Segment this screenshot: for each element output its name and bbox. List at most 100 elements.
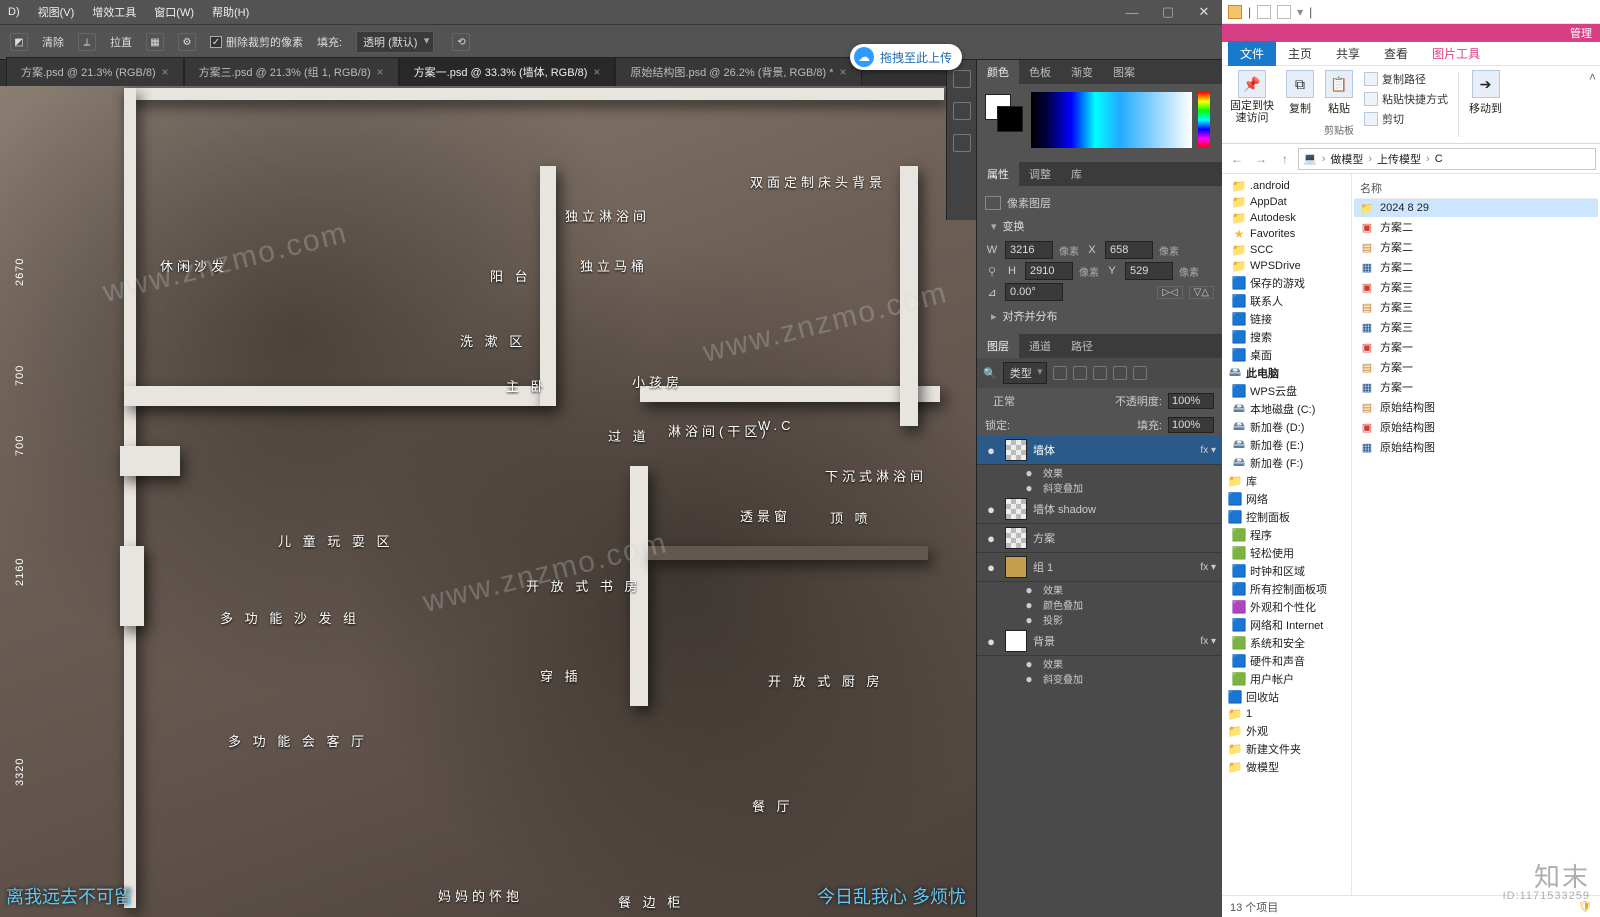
document-tab[interactable]: 方案一.psd @ 33.3% (墙体, RGB/8)× [399, 57, 616, 86]
navigation-tree[interactable]: 📁.android📁AppDat📁Autodesk★Favorites📁SCC📁… [1222, 174, 1352, 895]
layer-effect-row[interactable]: ●斜变叠加 [977, 480, 1222, 495]
nav-forward[interactable]: → [1250, 148, 1272, 170]
gear-icon[interactable]: ⚙ [178, 33, 196, 51]
visibility-toggle[interactable]: ● [983, 502, 999, 517]
tab-close-icon[interactable]: × [840, 65, 847, 79]
copy-button[interactable]: ⧉ 复制 [1286, 70, 1314, 116]
layer-effect-row[interactable]: ●投影 [977, 612, 1222, 627]
filter-smart-icon[interactable] [1133, 366, 1147, 380]
fx-badge[interactable]: fx ▾ [1200, 445, 1216, 456]
file-row[interactable]: ▣方案一 [1354, 337, 1598, 357]
tree-node[interactable]: 🟦保存的游戏 [1222, 274, 1351, 292]
layer-row[interactable]: ● 墙体 shadow [977, 495, 1222, 524]
layers-list[interactable]: ● 墙体 fx ▾ ●效果 ●斜变叠加● 墙体 shadow ● 方案 ● 组 1 … [977, 436, 1222, 917]
crumb[interactable]: 做模型 [1330, 151, 1363, 167]
tree-node[interactable]: 🟦WPS云盘 [1222, 382, 1351, 400]
tree-node[interactable]: 📁库 [1222, 472, 1351, 490]
blend-mode-select[interactable]: 正常 [985, 391, 1033, 411]
tab-library[interactable]: 库 [1061, 162, 1092, 186]
menu-help[interactable]: 帮助(H) [212, 4, 249, 20]
filter-pixel-icon[interactable] [1053, 366, 1067, 380]
close-button[interactable]: ✕ [1186, 0, 1222, 24]
flip-v-icon[interactable]: ▽△ [1189, 286, 1214, 299]
crumb[interactable]: 上传模型 [1377, 151, 1421, 167]
pin-to-quick-access[interactable]: 📌 固定到快速访问 [1228, 70, 1276, 124]
file-row[interactable]: ▤方案三 [1354, 297, 1598, 317]
layer-effect-row[interactable]: ●效果 [977, 656, 1222, 671]
paste-button[interactable]: 📋 粘贴 [1325, 70, 1353, 116]
tab-close-icon[interactable]: × [377, 65, 384, 79]
tab-adjust[interactable]: 调整 [1019, 162, 1061, 186]
ribbon-tab-share[interactable]: 共享 [1324, 41, 1372, 66]
layer-name[interactable]: 组 1 [1033, 559, 1194, 575]
file-row[interactable]: ▦方案二 [1354, 257, 1598, 277]
tab-pattern[interactable]: 图案 [1103, 60, 1145, 84]
tab-channels[interactable]: 通道 [1019, 334, 1061, 358]
layer-name[interactable]: 方案 [1033, 530, 1216, 546]
tab-close-icon[interactable]: × [593, 65, 600, 79]
file-row[interactable]: ▣方案二 [1354, 217, 1598, 237]
opt-straighten[interactable]: 拉直 [110, 34, 132, 50]
layer-row[interactable]: ● 背景 fx ▾ [977, 627, 1222, 656]
file-row[interactable]: ▤方案一 [1354, 357, 1598, 377]
y-input[interactable] [1125, 262, 1173, 280]
visibility-toggle[interactable]: ● [1021, 657, 1037, 671]
ribbon-tab-file[interactable]: 文件 [1228, 41, 1276, 66]
nav-back[interactable]: ← [1226, 148, 1248, 170]
visibility-toggle[interactable]: ● [983, 634, 999, 649]
tree-node[interactable]: 📁做模型 [1222, 758, 1351, 776]
nav-up[interactable]: ↑ [1274, 148, 1296, 170]
upload-pill[interactable]: ☁ 拖拽至此上传 [850, 44, 962, 70]
crumb[interactable]: C [1435, 153, 1443, 165]
visibility-toggle[interactable]: ● [1021, 466, 1037, 480]
background-swatch[interactable] [997, 106, 1023, 132]
tree-node[interactable]: 🟦硬件和声音 [1222, 652, 1351, 670]
visibility-toggle[interactable]: ● [1021, 672, 1037, 686]
tree-node[interactable]: 🟦回收站 [1222, 688, 1351, 706]
delete-cropped-checkbox[interactable]: ✓删除裁剪的像素 [210, 34, 303, 50]
hue-strip[interactable] [1198, 92, 1210, 148]
move-to[interactable]: ➔ 移动到 [1469, 70, 1502, 116]
ribbon-tab-view[interactable]: 查看 [1372, 41, 1420, 66]
breadcrumb[interactable]: 💻› 做模型› 上传模型› C [1298, 148, 1596, 170]
visibility-toggle[interactable]: ● [1021, 481, 1037, 495]
copy-path[interactable]: 复制路径 [1364, 70, 1426, 88]
minimize-button[interactable]: — [1114, 0, 1150, 24]
tree-node[interactable]: 🟦控制面板 [1222, 508, 1351, 526]
tree-node[interactable]: 📁WPSDrive [1222, 258, 1351, 274]
visibility-toggle[interactable]: ● [1021, 583, 1037, 597]
tree-node[interactable]: 🟦链接 [1222, 310, 1351, 328]
tree-node[interactable]: 🟦搜索 [1222, 328, 1351, 346]
tree-node[interactable]: 🖴本地磁盘 (C:) [1222, 400, 1351, 418]
qa-icon[interactable] [1277, 5, 1291, 19]
tree-node[interactable]: 🖴新加卷 (F:) [1222, 454, 1351, 472]
tree-node[interactable]: 🟩轻松使用 [1222, 544, 1351, 562]
file-row[interactable]: ▤方案二 [1354, 237, 1598, 257]
maximize-button[interactable]: ▢ [1150, 0, 1186, 24]
tree-node[interactable]: 📁AppDat [1222, 194, 1351, 210]
file-row[interactable]: ▣原始结构图 [1354, 417, 1598, 437]
x-input[interactable] [1105, 241, 1153, 259]
fill-input[interactable] [1168, 417, 1214, 433]
tree-node[interactable]: ★Favorites [1222, 226, 1351, 242]
tree-node[interactable]: 🟦网络和 Internet [1222, 616, 1351, 634]
tree-node[interactable]: 🟦所有控制面板项 [1222, 580, 1351, 598]
document-tab[interactable]: 原始结构图.psd @ 26.2% (背景, RGB/8) *× [615, 57, 861, 86]
menu-view[interactable]: 视图(V) [38, 4, 75, 20]
layer-row[interactable]: ● 组 1 fx ▾ [977, 553, 1222, 582]
paste-shortcut[interactable]: 粘贴快捷方式 [1364, 90, 1448, 108]
ribbon-collapse-icon[interactable]: ˄ [1589, 70, 1596, 84]
visibility-toggle[interactable]: ● [983, 443, 999, 458]
tree-node[interactable]: 🟦桌面 [1222, 346, 1351, 364]
tree-node[interactable]: 🖴新加卷 (D:) [1222, 418, 1351, 436]
layer-row[interactable]: ● 墙体 fx ▾ [977, 436, 1222, 465]
dock-icon[interactable] [953, 70, 971, 88]
tree-node[interactable]: 🟩用户帐户 [1222, 670, 1351, 688]
fx-badge[interactable]: fx ▾ [1200, 562, 1216, 573]
tab-layers[interactable]: 图层 [977, 334, 1019, 358]
filter-type-icon[interactable] [1093, 366, 1107, 380]
link-icon[interactable]: ⚲ [985, 265, 999, 278]
fill-select[interactable]: 透明 (默认) [356, 31, 434, 53]
layer-effect-row[interactable]: ●颜色叠加 [977, 597, 1222, 612]
fx-badge[interactable]: fx ▾ [1200, 636, 1216, 647]
